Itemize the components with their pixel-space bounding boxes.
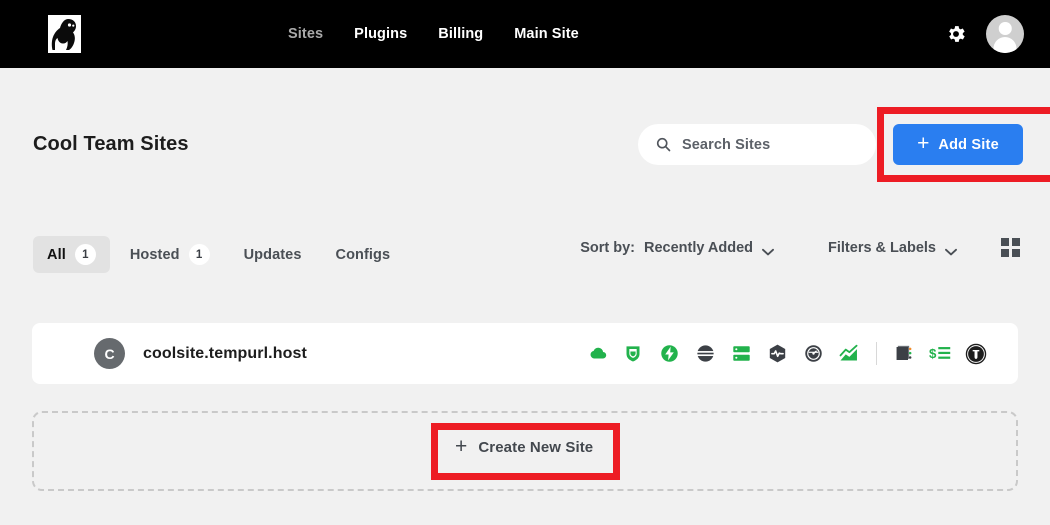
nav-right-actions — [945, 0, 1024, 68]
analytics-gauge-icon[interactable] — [795, 341, 831, 367]
gorilla-logo[interactable] — [44, 14, 84, 54]
tab-configs-label: Configs — [336, 247, 391, 263]
search-icon — [656, 137, 671, 152]
grid-cell — [1012, 238, 1020, 246]
chevron-down-icon — [762, 244, 774, 252]
list-controls: Sort by: Recently Added Filters & Labels — [580, 238, 1020, 257]
nav-item-plugins[interactable]: Plugins — [354, 26, 407, 42]
search-input[interactable]: Search Sites — [638, 124, 876, 165]
nav-item-main-site[interactable]: Main Site — [514, 26, 579, 42]
top-navigation-bar: Sites Plugins Billing Main Site — [0, 0, 1050, 68]
grid-cell — [1012, 249, 1020, 257]
performance-bolt-icon[interactable] — [651, 341, 687, 367]
tab-updates[interactable]: Updates — [230, 239, 316, 271]
user-avatar-icon[interactable] — [986, 15, 1024, 53]
sort-by-value: Recently Added — [644, 240, 753, 256]
search-placeholder-text: Search Sites — [682, 137, 770, 153]
site-status-icons: $ — [579, 341, 994, 367]
tab-hosted[interactable]: Hosted 1 — [116, 236, 224, 273]
tab-all[interactable]: All 1 — [33, 236, 110, 273]
filters-and-labels-label: Filters & Labels — [828, 240, 936, 256]
add-site-button[interactable]: + Add Site — [893, 124, 1023, 165]
avatar: C — [94, 338, 125, 369]
plus-icon: + — [455, 436, 467, 457]
logo-mark — [48, 15, 81, 53]
add-site-label: Add Site — [938, 137, 998, 153]
tab-updates-label: Updates — [244, 247, 302, 263]
tab-hosted-label: Hosted — [130, 247, 180, 263]
uptime-pulse-icon[interactable] — [759, 341, 795, 367]
wordpress-icon[interactable] — [958, 341, 994, 367]
table-row[interactable]: C coolsite.tempurl.host — [32, 323, 1018, 384]
primary-nav: Sites Plugins Billing Main Site — [288, 0, 579, 68]
sort-by-dropdown[interactable]: Recently Added — [644, 240, 774, 256]
sites-dashboard-page: Sites Plugins Billing Main Site Cool Tea… — [0, 0, 1050, 525]
plus-icon: + — [917, 133, 929, 154]
backup-disk-icon[interactable] — [687, 341, 723, 367]
cloud-icon[interactable] — [579, 341, 615, 367]
seo-chart-icon[interactable] — [831, 341, 867, 367]
grid-cell — [1001, 249, 1009, 257]
tab-all-label: All — [47, 247, 66, 263]
reports-notebook-icon[interactable] — [886, 341, 922, 367]
nav-item-billing[interactable]: Billing — [438, 26, 483, 42]
icon-divider — [876, 342, 877, 365]
site-filter-tabs: All 1 Hosted 1 Updates Configs — [33, 236, 404, 273]
create-new-site-label: Create New Site — [478, 439, 593, 456]
tab-configs[interactable]: Configs — [322, 239, 405, 271]
svg-text:$: $ — [929, 346, 937, 361]
grid-view-icon[interactable] — [1001, 238, 1020, 257]
sort-by-label: Sort by: — [580, 240, 635, 256]
shield-icon[interactable] — [615, 341, 651, 367]
tab-all-count: 1 — [75, 244, 96, 265]
server-stack-icon[interactable] — [723, 341, 759, 367]
filters-and-labels-dropdown[interactable]: Filters & Labels — [828, 240, 957, 256]
site-name-link[interactable]: coolsite.tempurl.host — [143, 345, 307, 363]
gear-icon[interactable] — [945, 23, 967, 45]
invoice-dollar-icon[interactable]: $ — [922, 341, 958, 367]
page-title: Cool Team Sites — [33, 133, 189, 156]
tab-hosted-count: 1 — [189, 244, 210, 265]
chevron-down-icon — [945, 244, 957, 252]
grid-cell — [1001, 238, 1009, 246]
nav-item-sites[interactable]: Sites — [288, 26, 323, 42]
create-new-site-button[interactable]: + Create New Site — [455, 438, 593, 457]
